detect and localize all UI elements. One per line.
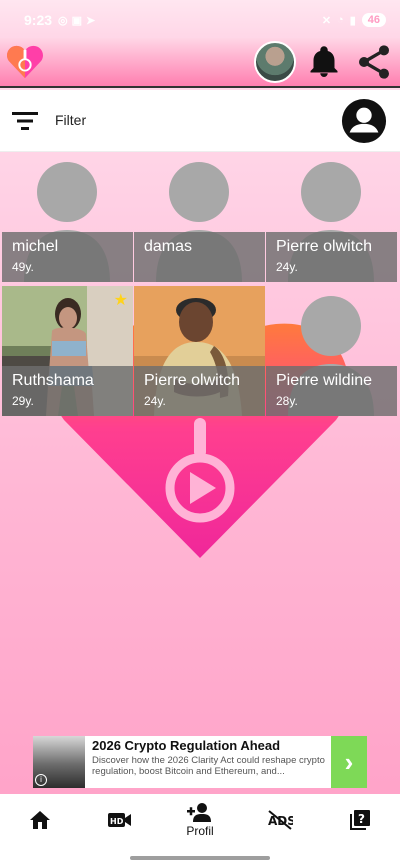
profile-name: damas xyxy=(144,238,193,255)
ads-off-icon: ADS xyxy=(268,810,293,830)
ad-image: i xyxy=(33,736,85,788)
whatsapp-icon: ◎ xyxy=(58,14,68,27)
profile-avatar[interactable] xyxy=(254,41,296,83)
nav-help[interactable]: ? xyxy=(335,794,385,846)
person-add-icon xyxy=(187,803,211,822)
profile-grid: michel 49y. damas Pierre olwitch 24y. ★ … xyxy=(0,152,400,418)
mute-icon: ✕ xyxy=(321,14,332,27)
profile-age: 24y. xyxy=(276,260,298,274)
scanner-icon: ▣ xyxy=(71,14,83,27)
profile-name: Pierre olwitch xyxy=(144,372,241,389)
ad-info-icon[interactable]: i xyxy=(35,774,47,786)
nav-home[interactable] xyxy=(15,794,65,846)
profile-age: 49y. xyxy=(12,260,34,274)
signal-icon: ▮ xyxy=(349,14,356,27)
play-button[interactable] xyxy=(162,450,238,526)
home-icon xyxy=(30,811,50,829)
share-icon[interactable] xyxy=(354,42,394,82)
app-logo[interactable] xyxy=(6,44,44,80)
battery-indicator: 46 xyxy=(361,13,386,27)
filter-icon[interactable] xyxy=(12,111,38,131)
ad-banner[interactable]: i 2026 Crypto Regulation Ahead Discover … xyxy=(33,736,367,788)
profile-name: michel xyxy=(12,238,59,255)
nav-profil[interactable]: Profil xyxy=(175,794,225,846)
profile-card[interactable]: Pierre olwitch 24y. xyxy=(134,286,265,416)
profile-name: Ruthshama xyxy=(12,372,94,389)
status-bar: 9:23 ◎ ▣ ➤ ✕ ◔ ▮ 46 xyxy=(0,0,400,40)
profile-age: 24y. xyxy=(144,394,166,408)
app-bar xyxy=(0,38,400,88)
bell-icon[interactable] xyxy=(306,44,342,80)
ad-title: 2026 Crypto Regulation Ahead xyxy=(92,738,281,753)
profile-name: Pierre wildine xyxy=(276,372,373,389)
profile-card[interactable]: ★ Ruthshama 29y. xyxy=(2,286,133,416)
profile-name: Pierre olwitch xyxy=(276,238,373,255)
filter-bar: Filter xyxy=(0,90,400,152)
profile-card[interactable]: damas xyxy=(134,152,265,282)
profile-card[interactable]: Pierre olwitch 24y. xyxy=(266,152,397,282)
filter-button[interactable]: Filter xyxy=(55,112,86,128)
nav-remove-ads[interactable]: ADS xyxy=(255,794,305,846)
nav-videos[interactable]: HD xyxy=(95,794,145,846)
profile-age: 28y. xyxy=(276,394,298,408)
home-indicator[interactable] xyxy=(130,856,270,860)
nav-profil-label: Profil xyxy=(186,824,214,838)
star-icon: ★ xyxy=(113,292,128,309)
profile-age: 29y. xyxy=(12,394,34,408)
telegram-icon: ➤ xyxy=(86,14,96,27)
ad-description: Discover how the 2026 Clarity Act could … xyxy=(92,755,325,777)
svg-text:?: ? xyxy=(358,812,365,826)
bottom-navigation: HD Profil ADS ? xyxy=(0,794,400,846)
status-time: 9:23 xyxy=(24,12,53,28)
svg-text:HD: HD xyxy=(110,817,124,826)
profile-card[interactable]: Pierre wildine 28y. xyxy=(266,286,397,416)
profile-card[interactable]: michel 49y. xyxy=(2,152,133,282)
account-icon[interactable] xyxy=(341,98,387,144)
help-library-icon: ? xyxy=(350,810,370,830)
ad-open-button[interactable]: › xyxy=(331,736,367,788)
wifi-icon: ◔ xyxy=(337,14,344,26)
hd-video-icon: HD xyxy=(108,813,131,827)
